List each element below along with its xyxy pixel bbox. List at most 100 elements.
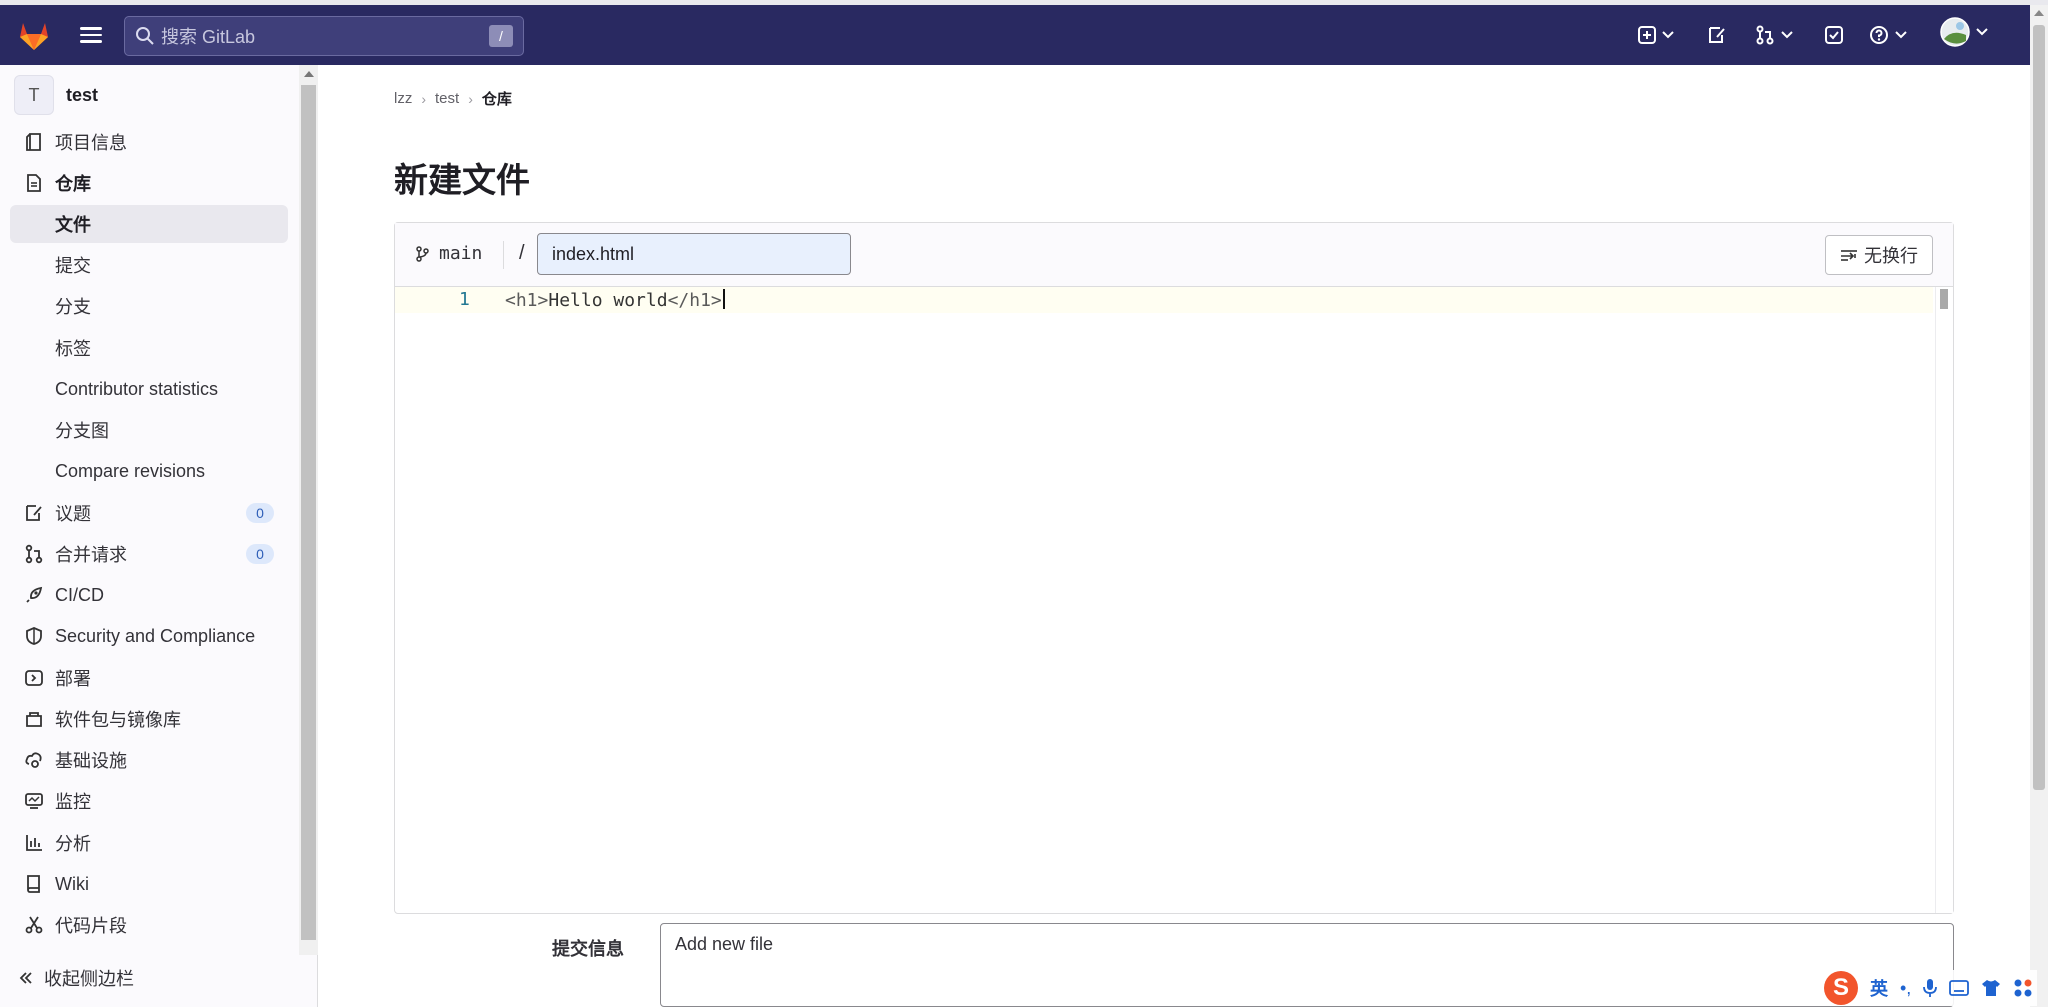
no-wrap-icon	[1841, 250, 1857, 261]
sidebar-subitem-compare-revisions[interactable]: Compare revisions	[10, 452, 288, 490]
sidebar-item-label: 部署	[55, 669, 91, 689]
gitlab-logo-icon[interactable]	[16, 17, 52, 53]
branch-name: main	[439, 243, 483, 264]
code-close-tag: </h1>	[667, 290, 722, 311]
sidebar-item-merge-requests[interactable]: 合并请求 0	[10, 535, 288, 573]
keyboard-icon[interactable]	[1949, 980, 1970, 996]
book-icon	[27, 875, 40, 893]
soft-wrap-toggle-button[interactable]: 无换行	[1825, 235, 1933, 275]
text-cursor	[722, 289, 725, 309]
sidebar-item-label: Contributor statistics	[55, 378, 219, 399]
editor-header: main / index.html 无换行	[395, 223, 1953, 287]
chevron-down-icon	[1781, 31, 1793, 39]
header-divider	[503, 241, 504, 269]
create-new-dropdown[interactable]	[1638, 21, 1674, 49]
sidebar-item-label: 议题	[55, 504, 91, 524]
menu-hamburger-icon[interactable]	[78, 23, 104, 47]
sidebar-item-project-info[interactable]: 项目信息	[10, 123, 288, 161]
line-number: 1	[459, 289, 470, 310]
project-sidebar: T test 项目信息 仓库 文件 提交 分支 标签 Contributor s…	[0, 65, 318, 1007]
sidebar-subitem-branches[interactable]: 分支	[10, 287, 288, 325]
editor-scrollbar[interactable]	[1935, 287, 1953, 913]
package-icon	[26, 712, 42, 727]
microphone-icon[interactable]	[1923, 978, 1938, 998]
search-icon	[136, 27, 154, 45]
chevron-down-icon	[1662, 31, 1674, 39]
sidebar-item-analytics[interactable]: 分析	[10, 824, 288, 862]
merge-request-icon	[1756, 25, 1774, 45]
todos-button[interactable]	[1824, 21, 1844, 49]
sidebar-item-label: 分析	[55, 834, 91, 854]
page-scrollbar-thumb[interactable]	[2033, 25, 2045, 790]
sidebar-item-deployments[interactable]: 部署	[10, 659, 288, 697]
ime-punctuation-icon[interactable]: •,	[1900, 978, 1911, 999]
breadcrumb-item[interactable]: test	[435, 90, 459, 107]
sidebar-item-label: Wiki	[55, 873, 89, 894]
sidebar-item-label: Compare revisions	[55, 460, 206, 481]
collapse-sidebar-label: 收起侧边栏	[44, 969, 134, 989]
search-placeholder: 搜索 GitLab	[161, 27, 256, 47]
top-navbar: 搜索 GitLab /	[0, 5, 2030, 65]
sidebar-subitem-graph[interactable]: 分支图	[10, 411, 288, 449]
scroll-up-arrow-icon[interactable]	[2034, 10, 2044, 16]
sidebar-subitem-tags[interactable]: 标签	[10, 329, 288, 367]
commit-message-label: 提交信息	[552, 939, 624, 959]
sidebar-item-label: 分支	[55, 297, 91, 317]
sidebar-item-label: 监控	[55, 792, 91, 812]
sidebar-item-snippets[interactable]: 代码片段	[10, 906, 288, 944]
sidebar-item-infrastructure[interactable]: 基础设施	[10, 741, 288, 779]
help-dropdown[interactable]	[1869, 21, 1907, 49]
ime-language-mode[interactable]: 英	[1870, 975, 1888, 1001]
merge-request-icon	[25, 544, 43, 564]
page-scrollbar[interactable]	[2030, 5, 2048, 1007]
file-name-input[interactable]: index.html	[537, 233, 851, 275]
sidebar-item-label: Security and Compliance	[55, 625, 256, 646]
chart-icon	[26, 835, 42, 851]
skin-shirt-icon[interactable]	[1981, 979, 2001, 997]
commit-message-textarea[interactable]: Add new file	[660, 923, 1954, 1007]
project-avatar: T	[14, 75, 54, 115]
sidebar-item-label: 仓库	[55, 174, 91, 194]
issues-nav-button[interactable]	[1707, 21, 1727, 49]
sogou-logo-icon[interactable]: S	[1824, 971, 1858, 1005]
project-info-icon	[26, 133, 41, 151]
project-header[interactable]: T test	[14, 75, 98, 115]
deployments-icon	[25, 670, 43, 686]
help-question-icon	[1870, 26, 1888, 44]
collapse-sidebar-button[interactable]: 收起侧边栏	[18, 965, 134, 991]
sidebar-scrollbar-thumb[interactable]	[301, 85, 316, 940]
sidebar-scrollbar[interactable]	[299, 65, 318, 955]
chevron-down-icon	[1976, 28, 1988, 36]
sidebar-subitem-contributor-statistics[interactable]: Contributor statistics	[10, 370, 288, 408]
breadcrumb-separator-icon: ›	[468, 90, 473, 107]
sidebar-item-label: 合并请求	[55, 545, 127, 565]
soft-wrap-label: 无换行	[1864, 246, 1918, 266]
merge-requests-dropdown[interactable]	[1755, 21, 1793, 49]
app-grid-icon[interactable]	[2013, 978, 2033, 998]
sidebar-item-packages-registries[interactable]: 软件包与镜像库	[10, 700, 288, 738]
sidebar-item-repository[interactable]: 仓库	[10, 164, 288, 202]
file-editor: main / index.html 无换行 1 <h1>Hello world<…	[394, 222, 1954, 914]
breadcrumb-current[interactable]: 仓库	[482, 88, 512, 109]
sidebar-item-issues[interactable]: 议题 0	[10, 494, 288, 532]
issues-icon	[1709, 27, 1725, 43]
breadcrumb-item[interactable]: lzz	[394, 90, 412, 107]
sidebar-item-monitor[interactable]: 监控	[10, 782, 288, 820]
sidebar-item-label: 基础设施	[55, 751, 127, 771]
scroll-up-arrow-icon[interactable]	[304, 71, 314, 77]
double-chevron-left-icon	[19, 972, 32, 984]
branch-icon	[416, 245, 429, 262]
code-content[interactable]: <h1>Hello world</h1>	[505, 289, 725, 311]
search-bar[interactable]: 搜索 GitLab /	[124, 16, 524, 56]
cloud-gear-icon	[25, 752, 42, 768]
sidebar-item-wiki[interactable]: Wiki	[10, 865, 288, 903]
issues-count-badge: 0	[246, 503, 274, 523]
user-menu-dropdown[interactable]	[1940, 17, 1988, 47]
editor-scrollbar-thumb[interactable]	[1940, 289, 1948, 309]
sidebar-subitem-commits[interactable]: 提交	[10, 246, 288, 284]
sidebar-item-ci-cd[interactable]: CI/CD	[10, 576, 288, 614]
code-text: Hello world	[548, 290, 668, 311]
sidebar-subitem-files[interactable]: 文件	[10, 205, 288, 243]
sidebar-item-security-compliance[interactable]: Security and Compliance	[10, 617, 288, 655]
rocket-icon	[26, 586, 43, 603]
